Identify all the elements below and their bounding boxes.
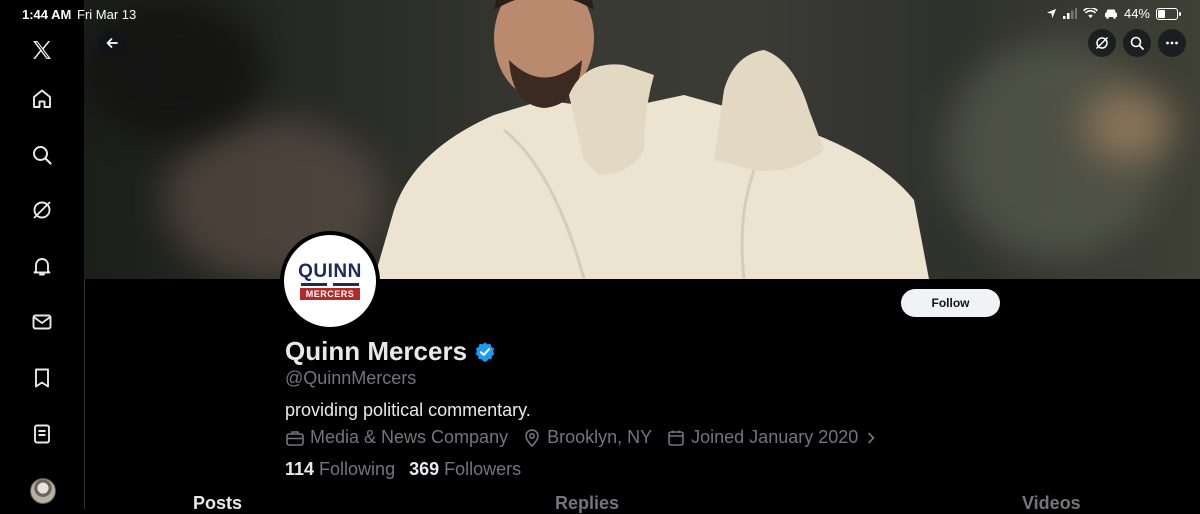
followers-link[interactable]: 369 Followers (409, 459, 521, 480)
grok-button[interactable] (1088, 29, 1116, 57)
signal-icon (1062, 8, 1077, 19)
category-text: Media & News Company (310, 427, 509, 447)
status-date: Fri Mar 13 (77, 7, 137, 22)
arrow-left-icon (106, 38, 118, 48)
following-link[interactable]: 114 Following (285, 459, 395, 480)
followers-count: 369 (409, 459, 440, 479)
profile-name: Quinn Mercers (285, 336, 468, 366)
tab-posts[interactable]: Posts (193, 493, 242, 514)
profile-name-row: Quinn Mercers (285, 336, 496, 367)
calendar-icon (668, 430, 684, 446)
logo-bottom-text: MERCERS (299, 288, 361, 300)
following-count: 114 (285, 459, 315, 479)
logo-top-text: QUINN (298, 261, 362, 282)
tab-replies[interactable]: Replies (555, 493, 619, 514)
profile-counts: 114 Following 369 Followers (285, 459, 535, 480)
x-logo-icon[interactable] (26, 34, 58, 66)
logo-stripe (301, 283, 359, 286)
profile-handle: @QuinnMercers (285, 368, 417, 388)
back-button[interactable] (98, 29, 126, 57)
list-icon[interactable] (26, 418, 58, 450)
briefcase-icon (286, 430, 304, 446)
profile-category: Media & News Company (285, 427, 508, 448)
battery-icon (1156, 7, 1181, 20)
wifi-icon (1083, 8, 1098, 19)
mail-icon[interactable] (26, 306, 58, 338)
location-pin-icon (525, 428, 539, 447)
verified-badge-icon[interactable] (474, 341, 496, 363)
search-icon[interactable] (26, 139, 58, 171)
avatar-logo: QUINN MERCERS (284, 235, 376, 327)
sidebar (0, 0, 85, 509)
follow-button[interactable]: Follow (901, 289, 1000, 317)
home-icon[interactable] (26, 83, 58, 115)
status-time: 1:44 AM (22, 7, 72, 22)
profile-location: Brooklyn, NY (522, 427, 652, 448)
grok-icon (1095, 36, 1109, 50)
banner-figure (374, 0, 929, 279)
status-indicators: 44% (1046, 6, 1181, 21)
battery-percent: 44% (1123, 6, 1150, 21)
location-arrow-icon (1046, 8, 1057, 19)
more-icon (1166, 41, 1178, 45)
location-text: Brooklyn, NY (547, 427, 653, 447)
joined-text: Joined January 2020 (691, 427, 859, 447)
more-button[interactable] (1158, 29, 1186, 57)
profile-banner (84, 0, 1200, 279)
tab-videos[interactable]: Videos (1022, 493, 1081, 514)
avatar[interactable] (30, 478, 56, 504)
bookmark-icon[interactable] (26, 362, 58, 394)
following-label: Following (319, 459, 396, 479)
chevron-right-icon (868, 432, 875, 443)
profile-bio: providing political commentary. (285, 400, 531, 420)
profile-avatar[interactable]: QUINN MERCERS (280, 231, 380, 331)
search-button[interactable] (1123, 29, 1151, 57)
bell-icon[interactable] (26, 250, 58, 282)
profile-joined[interactable]: Joined January 2020 (666, 427, 883, 448)
followers-label: Followers (444, 459, 522, 479)
grok-icon[interactable] (26, 194, 58, 226)
status-bar: 1:44 AM Fri Mar 13 44% (0, 0, 1200, 30)
car-icon (1104, 9, 1117, 19)
search-icon (1130, 36, 1144, 50)
profile-meta: Media & News Company Brooklyn, NY Joined… (285, 427, 897, 448)
